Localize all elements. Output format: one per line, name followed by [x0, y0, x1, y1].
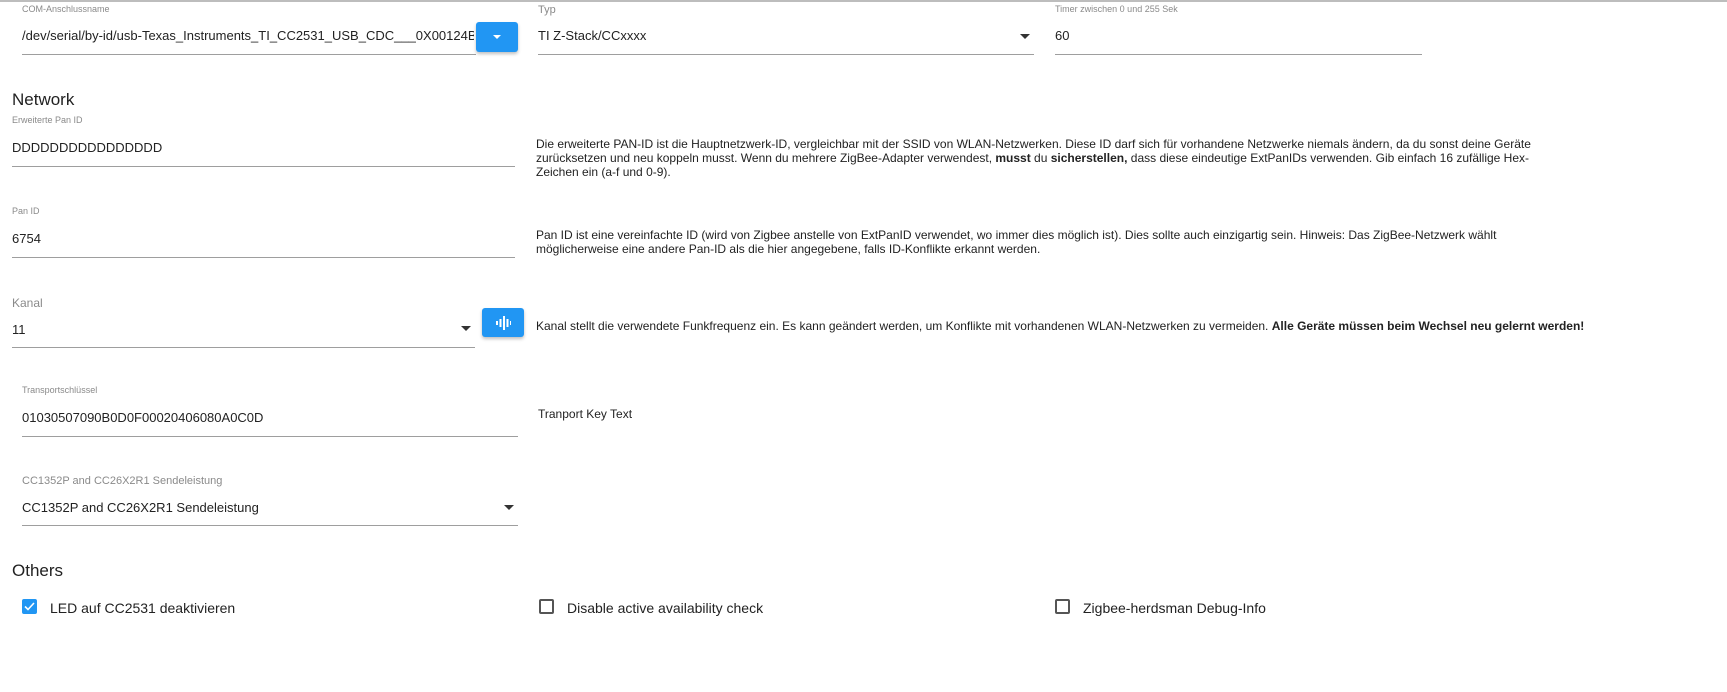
transport-key-input[interactable]: 01030507090B0D0F00020406080A0C0D	[22, 410, 263, 425]
transport-key-label: Transportschlüssel	[22, 385, 98, 395]
ext-pan-id-help-text-2: du	[1030, 151, 1051, 165]
com-port-label: COM-Anschlussname	[22, 4, 110, 14]
network-heading: Network	[12, 90, 75, 109]
timer-label: Timer zwischen 0 und 255 Sek	[1055, 4, 1178, 14]
debug-info-checkbox[interactable]	[1055, 599, 1070, 614]
pan-id-label: Pan ID	[12, 206, 40, 216]
ext-pan-id-underline	[12, 166, 515, 167]
ext-pan-id-label: Erweiterte Pan ID	[12, 115, 83, 125]
channel-help-bold: Alle Geräte müssen beim Wechsel neu gele…	[1271, 319, 1585, 333]
top-border	[0, 0, 1727, 2]
led-disable-label[interactable]: LED auf CC2531 deaktivieren	[50, 600, 235, 616]
ext-pan-id-input[interactable]: DDDDDDDDDDDDDDDD	[12, 140, 512, 155]
pan-id-input[interactable]: 6754	[12, 231, 41, 246]
tx-power-select[interactable]: CC1352P and CC26X2R1 Sendeleistung	[22, 500, 492, 515]
transport-key-underline	[22, 436, 518, 437]
channel-underline	[12, 347, 475, 348]
com-port-select-button[interactable]	[476, 22, 518, 52]
ext-pan-id-help-bold-1: musst	[995, 151, 1031, 165]
channel-select[interactable]: 11	[12, 322, 26, 337]
channel-chevron-down-icon[interactable]	[461, 326, 471, 331]
others-heading: Others	[12, 561, 64, 580]
transport-key-help: Tranport Key Text	[538, 407, 633, 421]
signal-scan-icon	[496, 315, 511, 330]
availability-check-checkbox[interactable]	[539, 599, 554, 614]
ext-pan-id-help-bold-2: sicherstellen,	[1050, 151, 1128, 165]
check-icon	[24, 602, 35, 611]
channel-help: Kanal stellt die verwendete Funkfrequenz…	[536, 319, 1584, 333]
com-port-underline	[22, 54, 476, 55]
channel-help-text: Kanal stellt die verwendete Funkfrequenz…	[536, 319, 1272, 333]
type-underline	[538, 54, 1034, 55]
timer-underline	[1055, 54, 1422, 55]
pan-id-help: Pan ID ist eine vereinfachte ID (wird vo…	[536, 228, 1497, 256]
tx-power-underline	[22, 525, 518, 526]
channel-scan-button[interactable]	[482, 308, 524, 337]
type-chevron-down-icon[interactable]	[1020, 34, 1030, 39]
pan-id-underline	[12, 257, 515, 258]
caret-down-icon	[493, 35, 501, 39]
channel-label: Kanal	[12, 296, 43, 310]
timer-input[interactable]: 60	[1055, 28, 1069, 43]
ext-pan-id-help: Die erweiterte PAN-ID ist die Hauptnetzw…	[536, 137, 1560, 179]
debug-info-label[interactable]: Zigbee-herdsman Debug-Info	[1083, 600, 1266, 616]
tx-power-label: CC1352P and CC26X2R1 Sendeleistung	[22, 475, 223, 487]
availability-check-label[interactable]: Disable active availability check	[567, 600, 763, 616]
type-label: Typ	[538, 4, 556, 16]
com-port-input[interactable]: /dev/serial/by-id/usb-Texas_Instruments_…	[22, 28, 474, 43]
type-select[interactable]: TI Z-Stack/CCxxxx	[538, 28, 998, 43]
tx-power-chevron-down-icon[interactable]	[504, 505, 514, 510]
led-disable-checkbox[interactable]	[22, 599, 37, 614]
